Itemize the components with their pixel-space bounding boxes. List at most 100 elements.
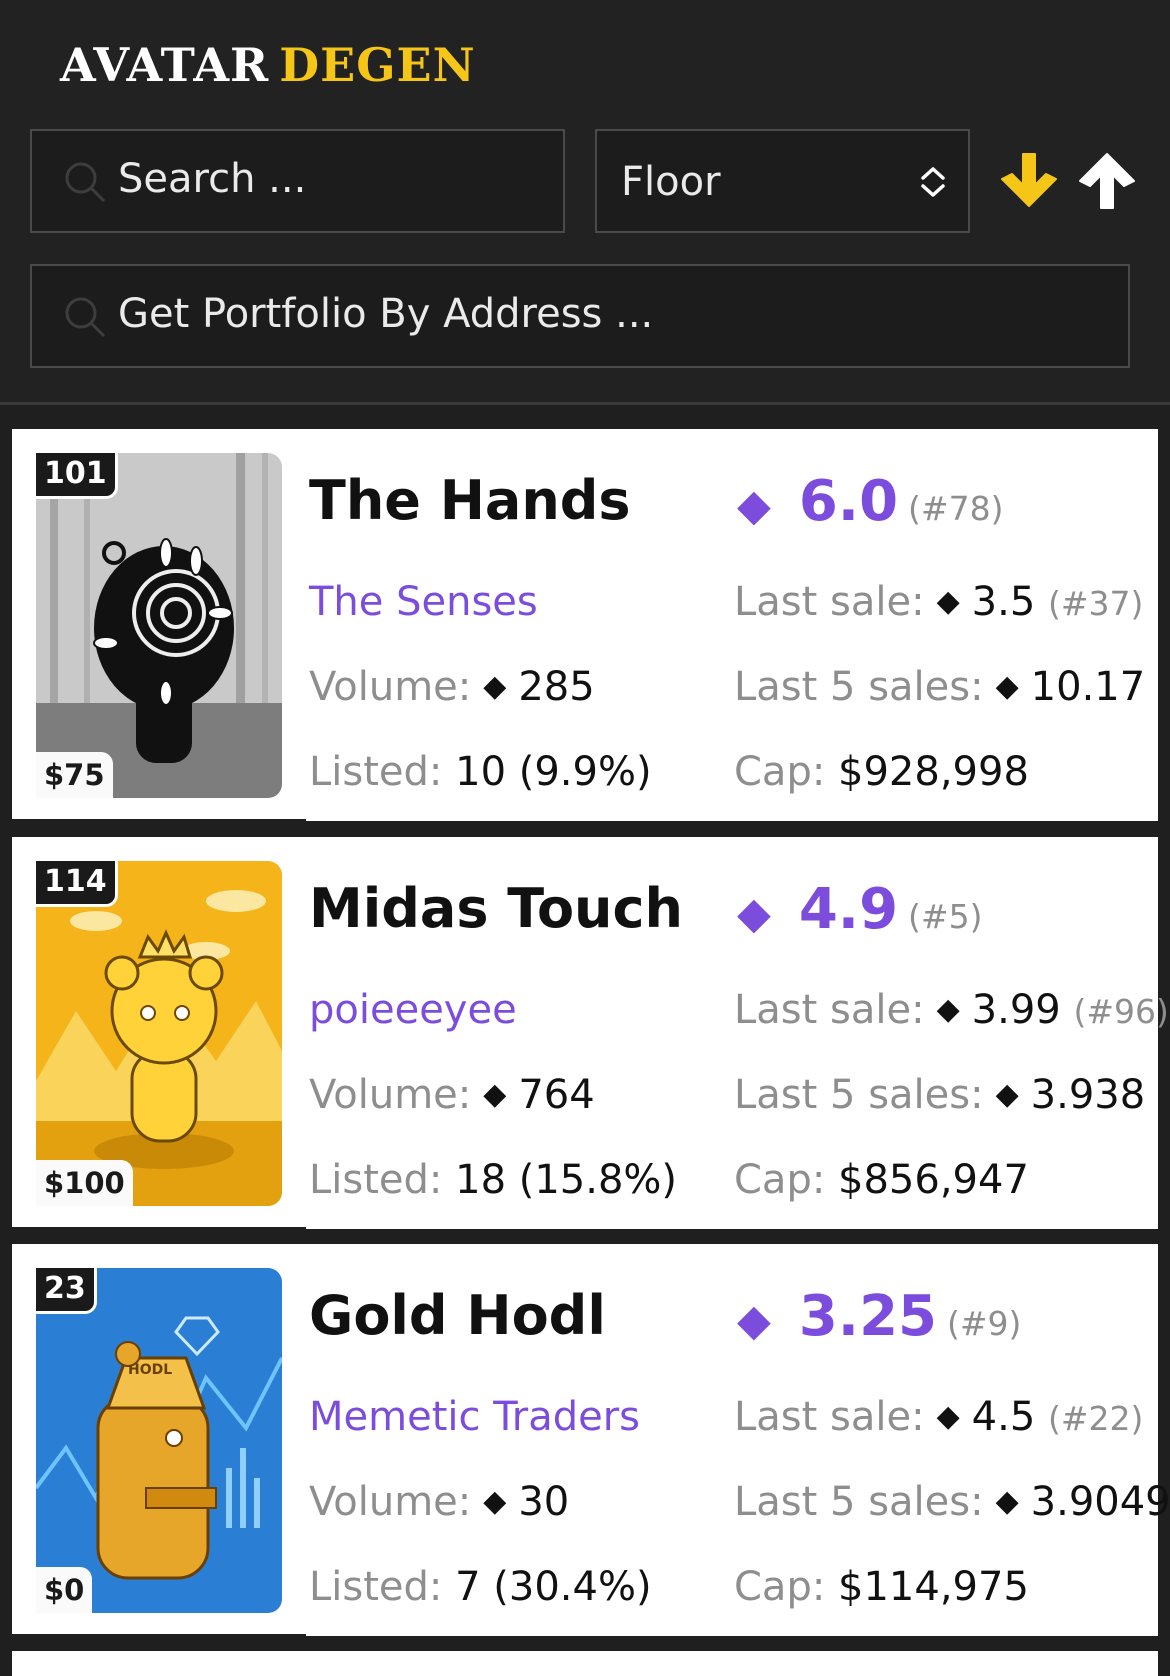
eth-icon: ◆	[936, 584, 960, 619]
volume-label: Volume:	[309, 664, 472, 710]
last5-sales-stat: Last 5 sales: ◆ 3.938	[734, 1072, 1145, 1118]
logo-text-avatar: AVATAR	[60, 38, 270, 92]
floor-value: 4.9	[798, 877, 899, 942]
last5-label: Last 5 sales:	[734, 664, 984, 710]
the-hands-artwork	[36, 453, 282, 798]
rank-badge: 23	[36, 1268, 97, 1314]
floor-rank: (#9)	[947, 1304, 1022, 1343]
collection-card[interactable]	[12, 1651, 1158, 1676]
portfolio-placeholder: Get Portfolio By Address ...	[118, 291, 654, 337]
last-sale-rank: (#96)	[1073, 992, 1169, 1031]
floor-price: ◆ 3.25 (#9)	[737, 1284, 1021, 1349]
volume-value: 30	[518, 1479, 570, 1525]
last-sale-label: Last sale:	[734, 1394, 925, 1440]
listed-stat: Listed: 18 (15.8%)	[309, 1157, 677, 1203]
last5-value: 10.17	[1030, 664, 1146, 710]
listed-label: Listed:	[309, 1157, 443, 1203]
eth-icon: ◆	[936, 1399, 960, 1434]
eth-icon: ◆	[483, 1484, 507, 1519]
eth-icon: ◆	[737, 1295, 771, 1346]
floor-rank: (#5)	[908, 897, 983, 936]
volume-stat: Volume: ◆ 764	[309, 1072, 595, 1118]
last5-value: 3.938	[1030, 1072, 1146, 1118]
listed-stat: Listed: 7 (30.4%)	[309, 1564, 652, 1610]
volume-label: Volume:	[309, 1479, 472, 1525]
cap-stat: Cap: $856,947	[734, 1157, 1029, 1203]
volume-value: 285	[518, 664, 595, 710]
floor-price: ◆ 4.9 (#5)	[737, 877, 982, 942]
eth-icon: ◆	[995, 1077, 1019, 1112]
last5-sales-stat: Last 5 sales: ◆ 3.9049	[734, 1479, 1170, 1525]
volume-stat: Volume: ◆ 285	[309, 664, 595, 710]
collection-name[interactable]: Midas Touch	[309, 877, 683, 940]
listed-label: Listed:	[309, 1564, 443, 1610]
collection-card[interactable]: 114 $100 Midas Touch poieeeyee Volume: ◆ 7…	[12, 837, 1169, 1231]
app-logo[interactable]: AVATAR DEGEN	[60, 38, 476, 92]
sort-descending-arrow-icon[interactable]	[996, 148, 1062, 214]
rank-badge: 101	[36, 453, 118, 499]
logo-text-degen: DEGEN	[279, 38, 476, 92]
price-badge: $100	[36, 1160, 133, 1206]
listed-value: 10 (9.9%)	[455, 749, 652, 795]
cap-value: $114,975	[838, 1564, 1029, 1610]
collection-image[interactable]	[36, 453, 282, 798]
eth-icon: ◆	[737, 480, 771, 531]
artist-link[interactable]: The Senses	[309, 579, 538, 625]
last5-label: Last 5 sales:	[734, 1072, 984, 1118]
eth-icon: ◆	[995, 1484, 1019, 1519]
last-sale-label: Last sale:	[734, 987, 925, 1033]
up-down-chevron-icon	[921, 167, 945, 197]
eth-icon: ◆	[483, 669, 507, 704]
volume-label: Volume:	[309, 1072, 472, 1118]
search-icon	[65, 162, 106, 203]
sort-select[interactable]: Floor	[595, 129, 970, 233]
collection-image[interactable]: HODL	[36, 1268, 282, 1613]
midas-touch-artwork	[36, 861, 282, 1206]
last-sale-value: 4.5	[971, 1394, 1036, 1440]
cap-value: $856,947	[838, 1157, 1029, 1203]
eth-icon: ◆	[995, 669, 1019, 704]
last-sale-stat: Last sale: ◆ 3.5 (#37)	[734, 579, 1143, 625]
last5-value: 3.9049	[1030, 1479, 1170, 1525]
cap-stat: Cap: $114,975	[734, 1564, 1029, 1610]
volume-stat: Volume: ◆ 30	[309, 1479, 569, 1525]
eth-icon: ◆	[737, 888, 771, 939]
last-sale-value: 3.99	[971, 987, 1061, 1033]
search-icon	[65, 297, 106, 338]
gold-hodl-artwork: HODL	[36, 1268, 282, 1613]
collection-name[interactable]: The Hands	[309, 469, 631, 532]
sort-select-value: Floor	[621, 159, 721, 205]
last-sale-rank: (#37)	[1048, 584, 1144, 623]
cap-label: Cap:	[734, 749, 826, 795]
last-sale-value: 3.5	[971, 579, 1036, 625]
search-input[interactable]: Search ...	[30, 129, 565, 233]
portfolio-address-input[interactable]: Get Portfolio By Address ...	[30, 264, 1130, 368]
cap-label: Cap:	[734, 1157, 826, 1203]
price-badge: $75	[36, 752, 113, 798]
volume-value: 764	[518, 1072, 595, 1118]
last-sale-label: Last sale:	[734, 579, 925, 625]
listed-label: Listed:	[309, 749, 443, 795]
artist-link[interactable]: poieeeyee	[309, 987, 517, 1033]
collection-card[interactable]: 101 $75 The Hands The Senses Volume: ◆ 285…	[12, 429, 1158, 823]
listed-value: 7 (30.4%)	[455, 1564, 652, 1610]
eth-icon: ◆	[483, 1077, 507, 1112]
collection-card[interactable]: HODL 23 $0 Gold Hodl Memetic Traders Vol…	[12, 1244, 1170, 1638]
listed-stat: Listed: 10 (9.9%)	[309, 749, 652, 795]
floor-value: 6.0	[798, 469, 899, 534]
sort-ascending-arrow-icon[interactable]	[1074, 148, 1140, 214]
cap-label: Cap:	[734, 1564, 826, 1610]
last5-label: Last 5 sales:	[734, 1479, 984, 1525]
rank-badge: 114	[36, 861, 118, 907]
collection-name[interactable]: Gold Hodl	[309, 1284, 606, 1347]
collection-image[interactable]	[36, 861, 282, 1206]
last5-sales-stat: Last 5 sales: ◆ 10.17	[734, 664, 1145, 710]
floor-value: 3.25	[798, 1284, 938, 1349]
app-header: AVATAR DEGEN Search ... Floor Get Portfol…	[0, 0, 1170, 405]
artist-link[interactable]: Memetic Traders	[309, 1394, 640, 1440]
last-sale-stat: Last sale: ◆ 3.99 (#96)	[734, 987, 1169, 1033]
eth-icon: ◆	[936, 992, 960, 1027]
last-sale-stat: Last sale: ◆ 4.5 (#22)	[734, 1394, 1143, 1440]
listed-value: 18 (15.8%)	[455, 1157, 678, 1203]
floor-price: ◆ 6.0 (#78)	[737, 469, 1003, 534]
